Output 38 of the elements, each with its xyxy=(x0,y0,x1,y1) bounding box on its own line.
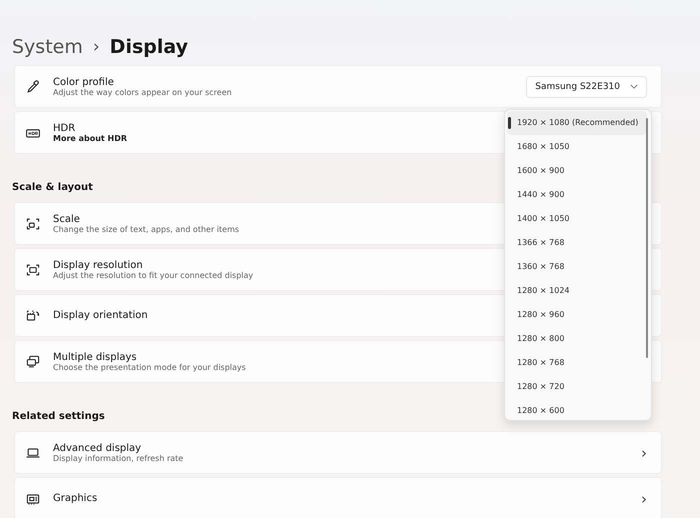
setting-title: Multiple displays xyxy=(53,352,137,362)
setting-title: Advanced display xyxy=(53,442,142,454)
section-heading: Related settings xyxy=(12,410,105,424)
settings-row[interactable]: Advanced display Display information, refresh rate › xyxy=(14,431,662,474)
section-heading: Scale & layout xyxy=(12,181,93,195)
setting-title: Graphics xyxy=(53,493,98,504)
setting-description: Adjust the resolution to fit your connected display xyxy=(53,270,254,280)
resolution-option[interactable]: 1360 × 768 xyxy=(507,255,647,279)
breadcrumb-separator: › xyxy=(92,37,100,57)
scale-icon xyxy=(25,216,41,232)
resolution-option[interactable]: 1920 × 1080 (Recommended) xyxy=(507,111,647,135)
setting-description: Display information, refresh rate xyxy=(53,454,184,462)
resolution-option[interactable]: 1280 × 960 xyxy=(507,303,647,327)
chevron-icon: › xyxy=(641,444,647,462)
page-title: Display xyxy=(110,36,188,58)
settings-row[interactable]: Color profile Adjust the way colors appear on your screen Samsung S22E310 xyxy=(14,65,662,108)
breadcrumb-parent[interactable]: System xyxy=(12,36,83,58)
setting-title: Color profile xyxy=(53,76,114,88)
chevron-icon: › xyxy=(641,490,647,508)
setting-title: Display resolution xyxy=(53,260,143,270)
resolution-option[interactable]: 1400 × 1050 xyxy=(507,207,647,231)
setting-description: Choose the presentation mode for your displays xyxy=(53,362,246,372)
monitors-icon xyxy=(25,354,41,370)
setting-description: Change the size of text, apps, and other items xyxy=(53,224,240,234)
resolution-option[interactable]: 1280 × 768 xyxy=(507,351,647,375)
color-profile-dropdown[interactable]: Samsung S22E310 xyxy=(526,76,647,98)
hdr-link[interactable]: More about HDR xyxy=(53,134,128,142)
setting-description: Adjust the way colors appear on your screen xyxy=(53,88,232,96)
resolution-option[interactable]: 1600 × 900 xyxy=(507,159,647,183)
resolution-option[interactable]: 1280 × 600 xyxy=(507,399,647,420)
scrollbar[interactable] xyxy=(646,118,648,358)
setting-title: Display orientation xyxy=(53,310,148,321)
rotate-icon xyxy=(25,308,41,324)
setting-title: HDR xyxy=(53,122,76,134)
caret-icon xyxy=(630,84,638,89)
resolution-icon xyxy=(25,262,41,278)
setting-title: Scale xyxy=(53,214,80,224)
settings-row[interactable]: Graphics › xyxy=(14,477,662,518)
